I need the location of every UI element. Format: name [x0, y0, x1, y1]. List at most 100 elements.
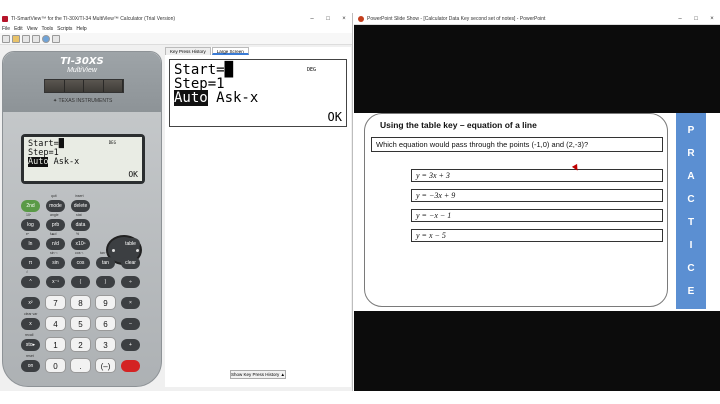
powerpoint-icon [358, 15, 364, 22]
option-3[interactable]: y = −x − 1 [411, 209, 663, 222]
key-cos[interactable]: cos [71, 257, 90, 269]
menu-help[interactable]: Help [76, 26, 86, 32]
key-add[interactable]: + [121, 339, 140, 351]
label-10x: 10ˣ [26, 213, 32, 217]
key-mode[interactable]: mode [46, 200, 65, 212]
key-x-squared[interactable]: x² [21, 297, 40, 309]
key-1[interactable]: 1 [45, 337, 66, 352]
option-2[interactable]: y = −3x + 9 [411, 189, 663, 202]
large-line-1: Start=█ [174, 62, 234, 78]
practice-letter: R [687, 148, 695, 159]
key-2[interactable]: 2 [70, 337, 91, 352]
maximize-button[interactable]: □ [320, 13, 336, 25]
key-clear[interactable]: clear [121, 257, 140, 269]
ppt-minimize-button[interactable]: – [672, 13, 688, 24]
key-x10n[interactable]: x10ⁿ [71, 238, 90, 250]
label-fd: f◂▸d [50, 232, 57, 236]
question-box: Which equation would pass through the po… [371, 137, 663, 152]
save-icon[interactable] [22, 34, 30, 43]
key-7[interactable]: 7 [45, 295, 66, 310]
key-8[interactable]: 8 [70, 295, 91, 310]
menu-edit[interactable]: Edit [14, 26, 23, 32]
key-sto[interactable]: sto▸ [21, 339, 40, 351]
new-icon[interactable] [2, 34, 10, 43]
key-ln[interactable]: ln [21, 238, 40, 250]
key-x-var[interactable]: x [21, 318, 40, 330]
practice-letter: P [687, 125, 695, 136]
minimize-button[interactable]: – [304, 13, 320, 25]
left-titlebar: TI-SmartView™ for the TI-30X/TI-34 Multi… [0, 13, 352, 25]
close-button[interactable]: × [336, 13, 352, 25]
large-ask: Ask-x [207, 90, 259, 106]
key-pi[interactable]: π [21, 257, 40, 269]
right-titlebar: PowerPoint Slide Show - [Calculator Data… [354, 13, 720, 25]
label-reset: reset [26, 354, 34, 358]
ti-app-icon [2, 16, 8, 22]
key-x-inverse[interactable]: x⁻¹ [46, 276, 65, 288]
key-negative[interactable]: (–) [95, 358, 116, 373]
right-window-title: PowerPoint Slide Show - [Calculator Data… [367, 15, 546, 22]
label-asin: sin⁻¹ [50, 251, 58, 255]
key-decimal[interactable]: . [70, 358, 91, 373]
label-percent: % [76, 232, 80, 236]
key-2nd[interactable]: 2nd [21, 200, 40, 212]
key-3[interactable]: 3 [95, 337, 116, 352]
key-sin[interactable]: sin [46, 257, 65, 269]
key-prb[interactable]: prb [46, 219, 65, 231]
menu-view[interactable]: View [27, 26, 38, 32]
key-log[interactable]: log [21, 219, 40, 231]
key-subtract[interactable]: – [121, 318, 140, 330]
key-0[interactable]: 0 [45, 358, 66, 373]
key-9[interactable]: 9 [95, 295, 116, 310]
large-deg-indicator: DEG [306, 67, 316, 73]
key-right-paren[interactable]: ) [96, 276, 115, 288]
key-power[interactable]: ^ [21, 276, 40, 288]
key-enter[interactable] [121, 360, 140, 372]
settings-icon[interactable] [52, 34, 60, 43]
practice-letter: E [687, 286, 695, 297]
label-stat: stat [76, 213, 82, 217]
practice-letter: I [689, 240, 693, 251]
powerpoint-window: PowerPoint Slide Show - [Calculator Data… [354, 13, 720, 391]
calculator-window: TI-SmartView™ for the TI-30X/TI-34 Multi… [0, 13, 353, 391]
large-screen-panel: Key Press History Large Screen DEG Start… [165, 47, 351, 387]
key-divide[interactable]: ÷ [121, 276, 140, 288]
key-4[interactable]: 4 [45, 316, 66, 331]
open-icon[interactable] [12, 34, 20, 43]
label-acos: cos⁻¹ [75, 251, 84, 255]
show-history-button[interactable]: Show Key Press History ▲ [230, 370, 286, 379]
label-atan: tan⁻¹ [100, 251, 108, 255]
option-1[interactable]: y = 3x + 3 [411, 169, 663, 182]
key-left-paren[interactable]: ( [71, 276, 90, 288]
key-delete[interactable]: delete [71, 200, 90, 212]
menu-scripts[interactable]: Scripts [57, 26, 72, 32]
left-window-title: TI-SmartView™ for the TI-30X/TI-34 Multi… [11, 16, 176, 22]
ppt-close-button[interactable]: × [704, 13, 720, 24]
label-angle: angle [50, 213, 59, 217]
label-insert: insert [75, 194, 84, 198]
key-5[interactable]: 5 [70, 316, 91, 331]
key-data[interactable]: data [71, 219, 90, 231]
key-6[interactable]: 6 [95, 316, 116, 331]
calculator-body: TI-30XS MultiView ✦ TEXAS INSTRUMENTS DE… [2, 51, 162, 387]
globe-icon[interactable] [42, 34, 50, 43]
tab-key-press-history[interactable]: Key Press History [165, 47, 211, 55]
key-table[interactable]: table [121, 238, 140, 250]
key-on[interactable]: on [21, 360, 40, 372]
tab-large-screen[interactable]: Large Screen [211, 47, 249, 55]
menu-tools[interactable]: Tools [41, 26, 53, 32]
practice-letter: C [687, 194, 695, 205]
key-multiply[interactable]: × [121, 297, 140, 309]
option-4[interactable]: y = x − 5 [411, 229, 663, 242]
key-tan[interactable]: tan [96, 257, 115, 269]
large-auto: Auto [174, 90, 208, 106]
screenshot-icon[interactable] [32, 34, 40, 43]
practice-letter: T [687, 217, 695, 228]
menu-file[interactable]: File [2, 26, 10, 32]
slide-title: Using the table key – equation of a line [380, 120, 537, 130]
ppt-maximize-button[interactable]: □ [688, 13, 704, 24]
practice-letter: C [687, 263, 695, 274]
large-screen-display: DEG Start=█ Step=1 Auto Ask-x OK [169, 59, 347, 127]
slide-background-top [354, 25, 720, 113]
key-frac[interactable]: n/d [46, 238, 65, 250]
